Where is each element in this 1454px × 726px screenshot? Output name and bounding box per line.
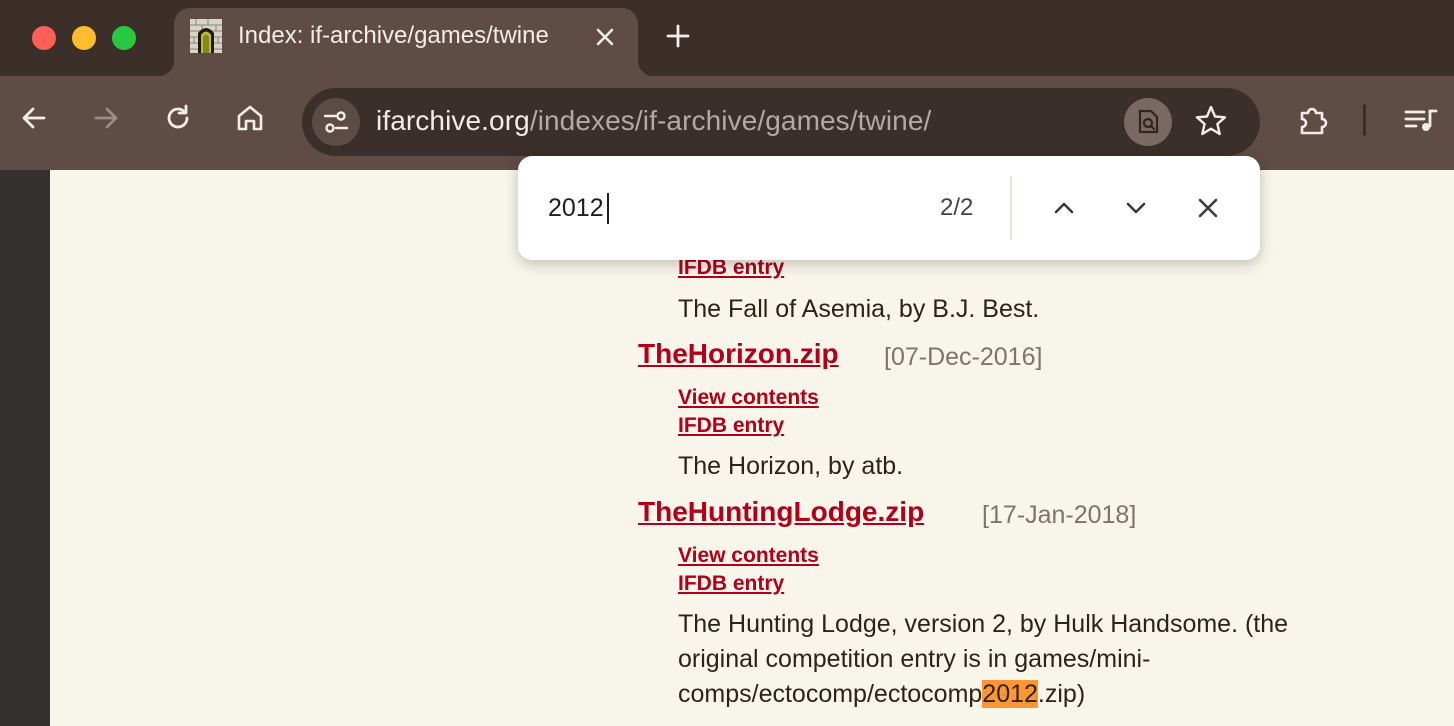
fall-of-asemia-description: The Fall of Asemia, by B.J. Best.: [678, 295, 1040, 323]
chevron-up-icon[interactable]: [1048, 192, 1080, 224]
site-settings-button[interactable]: [312, 98, 360, 146]
hunting-lodge-description-line-1: The Hunting Lodge, version 2, by Hulk Ha…: [678, 610, 1289, 638]
horizon-description: The Horizon, by atb.: [678, 452, 904, 480]
url-path: /indexes/if-archive/games/twine/: [529, 105, 932, 136]
chevron-down-icon[interactable]: [1120, 192, 1152, 224]
hunting-lodge-description-line-3: comps/ectocomp/ectocomp2012.zip): [678, 677, 1288, 712]
tab-strip: Index: if-archive/games/twine: [0, 0, 1454, 76]
find-close-icon[interactable]: [1192, 192, 1224, 224]
find-bar-separator: [1010, 176, 1012, 240]
left-panel-strip: [0, 170, 50, 726]
close-icon[interactable]: [592, 24, 618, 50]
reload-icon[interactable]: [162, 102, 194, 134]
window-minimize-button[interactable]: [72, 26, 96, 50]
hunting-lodge-view-contents-link[interactable]: View contents: [678, 544, 819, 568]
lens-search-button[interactable]: [1124, 98, 1172, 146]
find-input[interactable]: [548, 186, 928, 230]
horizon-date: [07-Dec-2016]: [884, 343, 1043, 371]
url-domain: ifarchive.org: [376, 105, 530, 136]
find-match-highlight: 2012: [982, 680, 1038, 708]
home-icon[interactable]: [234, 102, 266, 134]
bookmark-star-icon[interactable]: [1194, 104, 1228, 138]
back-arrow-icon[interactable]: [18, 102, 50, 134]
hunting-lodge-description: The Hunting Lodge, version 2, by Hulk Ha…: [678, 607, 1288, 712]
description-text-before-match: comps/ectocomp/ectocomp: [678, 680, 983, 708]
tab-title: Index: if-archive/games/twine: [238, 22, 549, 49]
forward-arrow-icon[interactable]: [90, 102, 122, 134]
description-text-after-match: .zip): [1037, 680, 1086, 708]
horizon-view-contents-link[interactable]: View contents: [678, 386, 819, 410]
tab-favicon-icon: [190, 19, 222, 53]
plus-icon[interactable]: [664, 22, 692, 50]
active-tab[interactable]: Index: if-archive/games/twine: [158, 8, 654, 76]
lens-search-icon: [1138, 109, 1159, 134]
hunting-lodge-ifdb-link[interactable]: IFDB entry: [678, 572, 784, 596]
address-bar[interactable]: ifarchive.org/indexes/if-archive/games/t…: [302, 88, 1260, 156]
text-caret: [607, 193, 609, 224]
toolbar-divider: [1363, 104, 1366, 136]
window-zoom-button[interactable]: [112, 26, 136, 50]
horizon-ifdb-link[interactable]: IFDB entry: [678, 414, 784, 438]
hunting-lodge-date: [17-Jan-2018]: [982, 501, 1137, 529]
site-settings-icon: [323, 111, 349, 133]
horizon-file-link[interactable]: TheHorizon.zip: [638, 338, 839, 370]
hunting-lodge-file-link[interactable]: TheHuntingLodge.zip: [638, 496, 924, 528]
extensions-icon[interactable]: [1296, 103, 1332, 139]
url-text[interactable]: ifarchive.org/indexes/if-archive/games/t…: [376, 105, 931, 137]
window-close-button[interactable]: [32, 26, 56, 50]
find-bar: 2/2: [518, 156, 1260, 260]
hunting-lodge-description-line-2: original competition entry is in games/m…: [678, 645, 1151, 673]
find-match-count: 2/2: [940, 194, 974, 221]
media-queue-icon[interactable]: [1404, 106, 1438, 136]
